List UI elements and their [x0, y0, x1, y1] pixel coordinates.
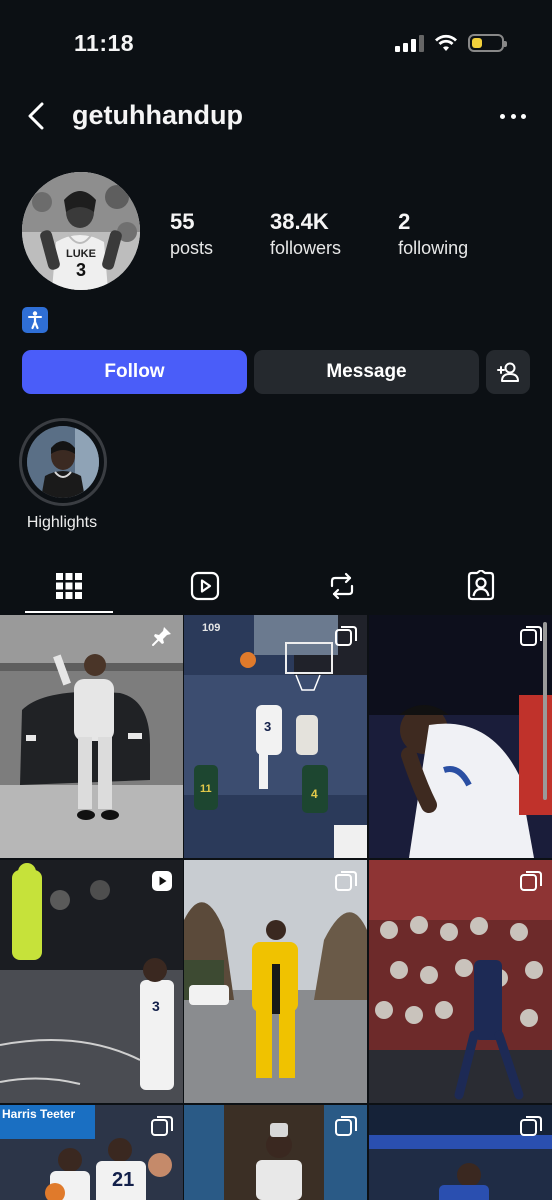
- post-tile[interactable]: 3: [0, 860, 183, 1103]
- carousel-icon: [520, 626, 542, 646]
- grid-icon: [56, 573, 82, 599]
- tab-reels[interactable]: [160, 560, 250, 612]
- active-tab-indicator: [25, 611, 113, 613]
- carousel-icon: [151, 1116, 173, 1136]
- tab-tagged[interactable]: [436, 560, 526, 612]
- post-image: [184, 860, 367, 1103]
- profile-avatar[interactable]: LUKE 3: [22, 172, 140, 290]
- stat-following-label: following: [398, 238, 469, 258]
- post-image: [0, 615, 183, 858]
- highlight-cover-image: [27, 426, 99, 498]
- stat-posts-number: 55: [170, 209, 195, 234]
- cellular-signal-icon: [395, 34, 424, 52]
- post-overlay-jersey-3: 3: [264, 719, 272, 734]
- stat-followers-number: 38.4K: [270, 209, 329, 234]
- post-image: [184, 615, 367, 858]
- message-button[interactable]: Message: [254, 350, 479, 394]
- post-tile[interactable]: Harris Teeter 21: [0, 1105, 183, 1200]
- status-time: 11:18: [74, 30, 135, 56]
- tab-reposts[interactable]: [297, 560, 387, 612]
- tab-grid[interactable]: [24, 560, 114, 612]
- stat-followers-label: followers: [270, 238, 342, 258]
- post-tile[interactable]: [184, 1105, 367, 1200]
- status-bar: 11:18: [0, 0, 552, 90]
- reels-icon: [190, 571, 220, 601]
- highlight-label: Highlights: [26, 514, 98, 531]
- tagged-icon: [467, 570, 495, 601]
- post-image: [369, 860, 552, 1103]
- carousel-icon: [520, 1116, 542, 1136]
- post-tile[interactable]: [184, 860, 367, 1103]
- carousel-icon: [335, 626, 357, 646]
- stat-posts[interactable]: 55 posts: [170, 208, 213, 260]
- post-overlay-jersey-21: 21: [112, 1169, 135, 1191]
- post-tile[interactable]: [369, 1105, 552, 1200]
- post-tile[interactable]: 109 3 11 4: [184, 615, 367, 858]
- post-tile[interactable]: [369, 615, 552, 858]
- person-standing-emoji-icon: [22, 307, 48, 333]
- post-overlay-jersey-11: 11: [200, 783, 212, 795]
- stat-followers[interactable]: 38.4K followers: [270, 208, 341, 260]
- reposts-icon: [330, 572, 354, 600]
- profile-stats: 55 posts 38.4K followers 2 following: [170, 208, 530, 260]
- avatar-jersey-letters: LUKE: [66, 248, 96, 260]
- post-overlay-jersey-3: 3: [152, 998, 160, 1014]
- add-person-button[interactable]: [486, 350, 530, 394]
- carousel-icon: [335, 871, 357, 891]
- follow-button[interactable]: Follow: [22, 350, 247, 394]
- more-dots-icon[interactable]: [500, 106, 526, 126]
- post-image: [369, 615, 552, 858]
- battery-fill: [472, 38, 482, 48]
- profile-header: getuhhandup: [0, 90, 552, 142]
- status-icons: [395, 34, 507, 52]
- carousel-icon: [335, 1116, 357, 1136]
- post-overlay-banner: Harris Teeter: [2, 1107, 76, 1121]
- wifi-icon: [435, 34, 457, 51]
- add-person-icon: [497, 362, 519, 382]
- battery-icon: [468, 34, 507, 52]
- reel-icon: [152, 871, 172, 891]
- stat-following[interactable]: 2 following: [398, 208, 468, 260]
- avatar-jersey-number: 3: [76, 260, 87, 280]
- highlight-ring: [19, 418, 107, 506]
- post-tile[interactable]: [369, 860, 552, 1103]
- scrollbar[interactable]: [543, 622, 547, 800]
- profile-tabs: [0, 560, 552, 614]
- post-overlay-arena-number: 109: [202, 622, 221, 634]
- chevron-left-icon[interactable]: [22, 98, 52, 134]
- post-tile[interactable]: [0, 615, 183, 858]
- profile-username: getuhhandup: [72, 100, 243, 130]
- stat-posts-label: posts: [170, 238, 214, 258]
- post-overlay-jersey-4: 4: [311, 787, 318, 801]
- carousel-icon: [520, 871, 542, 891]
- highlight-item[interactable]: Highlights: [19, 418, 107, 532]
- stat-following-number: 2: [398, 209, 411, 234]
- pin-icon: [152, 627, 171, 646]
- post-image: [0, 860, 183, 1103]
